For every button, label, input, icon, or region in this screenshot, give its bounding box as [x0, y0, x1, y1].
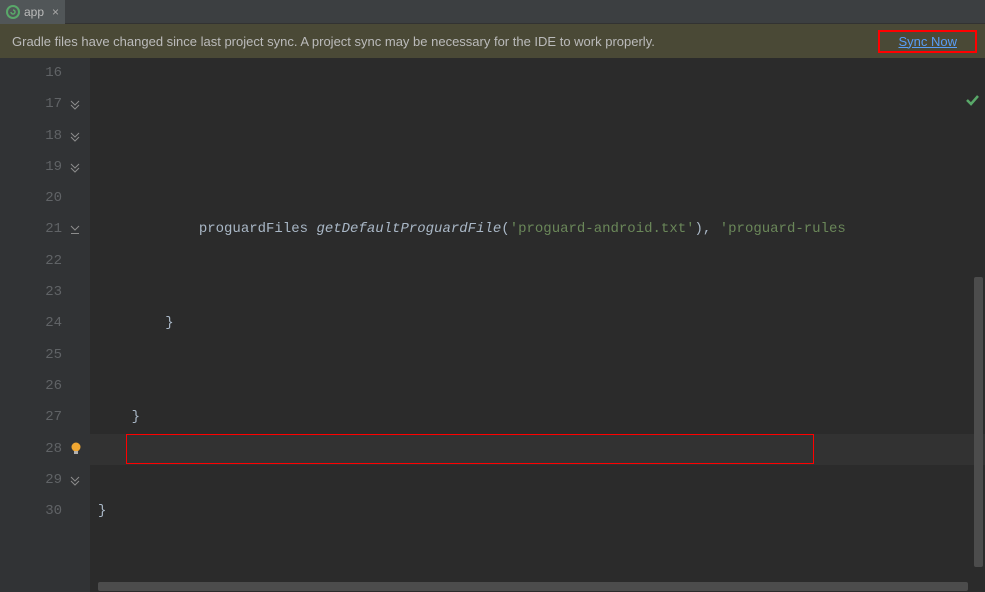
line-number: 28 — [0, 434, 62, 465]
file-tab-app[interactable]: app × — [0, 0, 65, 24]
scrollbar-thumb[interactable] — [98, 582, 968, 591]
fold-marker-icon[interactable] — [70, 100, 82, 112]
fold-column — [68, 58, 90, 592]
line-number-gutter: 16 17 18 19 20 21 22 23 24 25 26 27 28 2… — [0, 58, 68, 592]
line-number: 18 — [0, 121, 62, 152]
line-number: 17 — [0, 89, 62, 120]
analysis-ok-icon — [915, 58, 979, 152]
line-number: 25 — [0, 340, 62, 371]
line-number: 27 — [0, 402, 62, 433]
line-number: 30 — [0, 496, 62, 527]
sync-banner: Gradle files have changed since last pro… — [0, 24, 985, 58]
horizontal-scrollbar[interactable] — [90, 581, 973, 592]
line-number: 19 — [0, 152, 62, 183]
code-line: } — [90, 308, 985, 339]
highlight-sync-now: Sync Now — [878, 30, 977, 53]
current-line-highlight — [90, 434, 985, 465]
editor-tab-bar: app × — [0, 0, 985, 24]
line-number: 20 — [0, 183, 62, 214]
gradle-file-icon — [6, 5, 20, 19]
intention-bulb-icon[interactable] — [68, 440, 86, 458]
line-number: 16 — [0, 58, 62, 89]
code-line: proguardFiles getDefaultProguardFile('pr… — [90, 214, 985, 245]
fold-marker-icon[interactable] — [70, 132, 82, 144]
code-editor[interactable]: 16 17 18 19 20 21 22 23 24 25 26 27 28 2… — [0, 58, 985, 592]
tab-label: app — [24, 5, 44, 19]
close-icon[interactable]: × — [52, 5, 59, 19]
line-number: 22 — [0, 246, 62, 277]
line-number: 21 — [0, 214, 62, 245]
line-number: 24 — [0, 308, 62, 339]
fold-marker-icon[interactable] — [70, 476, 82, 488]
line-number: 26 — [0, 371, 62, 402]
scrollbar-thumb[interactable] — [974, 277, 983, 567]
banner-message: Gradle files have changed since last pro… — [12, 34, 655, 49]
fold-marker-icon[interactable] — [70, 225, 82, 237]
code-area[interactable]: proguardFiles getDefaultProguardFile('pr… — [90, 58, 985, 592]
fold-marker-icon[interactable] — [70, 163, 82, 175]
code-line: } — [90, 496, 985, 527]
line-number: 23 — [0, 277, 62, 308]
sync-now-link[interactable]: Sync Now — [898, 34, 957, 49]
line-number: 29 — [0, 465, 62, 496]
code-line: } — [90, 402, 985, 433]
